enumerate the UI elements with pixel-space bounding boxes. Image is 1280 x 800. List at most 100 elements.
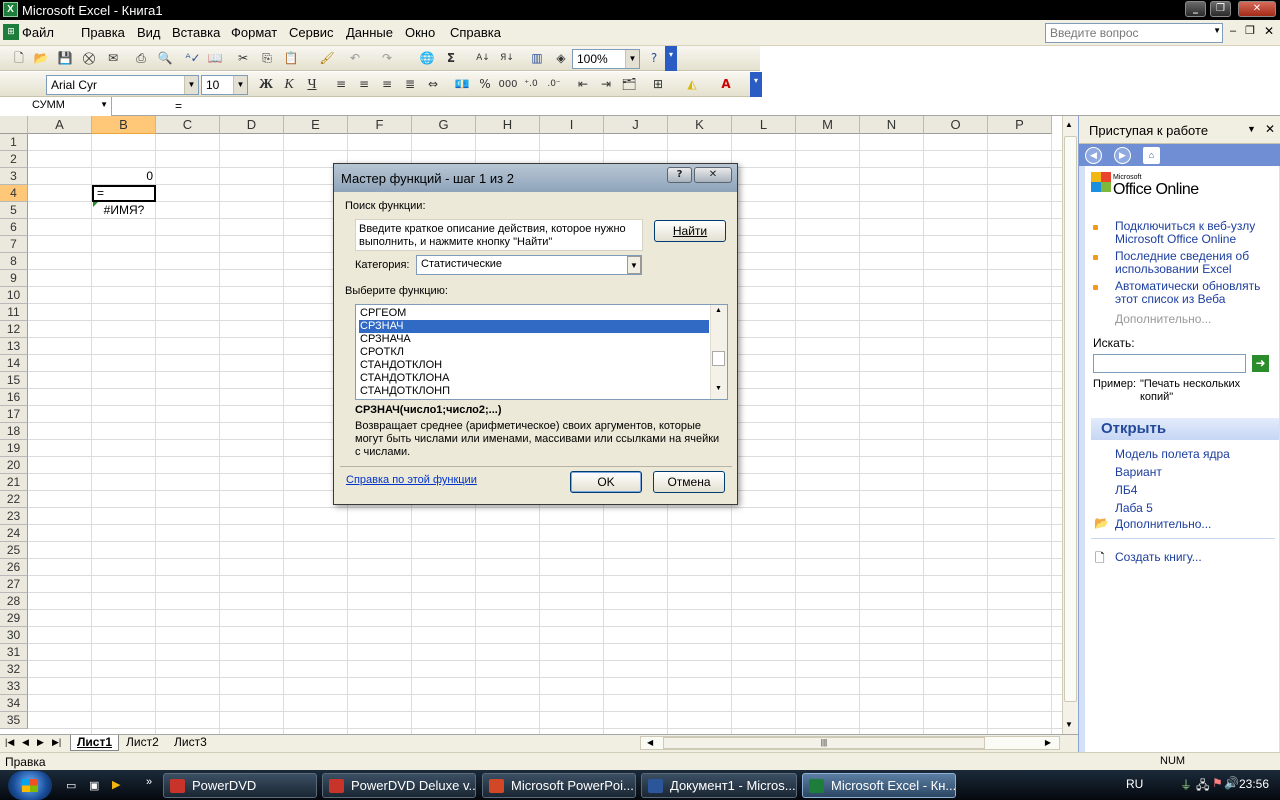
- sheet-tab-1[interactable]: Лист1: [70, 735, 120, 751]
- cell-b3[interactable]: 0: [92, 168, 156, 185]
- row-header-24[interactable]: 24: [0, 525, 28, 542]
- recent-file-4[interactable]: Лаба 5: [1115, 502, 1153, 515]
- help-icon[interactable]: ?: [645, 50, 663, 67]
- list-item[interactable]: СРЗНАЧА: [359, 333, 709, 346]
- row-header-4[interactable]: 4: [0, 185, 28, 202]
- dialog-help-button[interactable]: ?: [667, 167, 692, 183]
- underline-button[interactable]: Ч: [303, 76, 321, 93]
- link-connect-office-online[interactable]: Подключиться к веб-узлу Microsoft Office…: [1115, 220, 1265, 246]
- chevron-down-icon[interactable]: ▼: [1247, 124, 1256, 134]
- column-header-h[interactable]: H: [476, 116, 540, 134]
- spelling-icon[interactable]: ᴬ✓: [184, 50, 202, 67]
- chart-wizard-icon[interactable]: ▥: [528, 50, 546, 67]
- menu-tools[interactable]: Сервис: [289, 25, 334, 40]
- bold-button[interactable]: Ж: [257, 76, 275, 93]
- menu-window[interactable]: Окно: [405, 25, 435, 40]
- email-icon[interactable]: ✉: [104, 50, 122, 67]
- font-size-select[interactable]: 10 ▼: [201, 75, 248, 95]
- function-list[interactable]: СРГЕОМ СРЗНАЧ СРЗНАЧА СРОТКЛ СТАНДОТКЛОН…: [355, 304, 728, 400]
- row-header-34[interactable]: 34: [0, 695, 28, 712]
- excel-app-icon[interactable]: X: [3, 2, 18, 17]
- column-header-g[interactable]: G: [412, 116, 476, 134]
- row-header-3[interactable]: 3: [0, 168, 28, 185]
- row-header-10[interactable]: 10: [0, 287, 28, 304]
- chevron-down-icon[interactable]: ▼: [184, 76, 198, 94]
- print-preview-icon[interactable]: 🔍: [156, 50, 174, 67]
- switch-windows-icon[interactable]: ▣: [89, 779, 99, 792]
- sort-descending-icon[interactable]: Я↓: [498, 50, 516, 67]
- increase-indent-icon[interactable]: ⇥: [597, 76, 615, 93]
- hyperlink-icon[interactable]: 🌐: [418, 50, 436, 67]
- row-header-32[interactable]: 32: [0, 661, 28, 678]
- row-header-2[interactable]: 2: [0, 151, 28, 168]
- align-right-icon[interactable]: ≡: [378, 76, 396, 93]
- taskbar-item-powerdvd-deluxe[interactable]: PowerDVD Deluxe v...: [322, 773, 476, 798]
- cut-icon[interactable]: ✂: [234, 50, 252, 67]
- vertical-scrollbar[interactable]: ▲ ▼: [1062, 116, 1078, 734]
- row-header-27[interactable]: 27: [0, 576, 28, 593]
- menu-insert[interactable]: Вставка: [172, 25, 220, 40]
- name-box[interactable]: СУММ ▼: [0, 97, 112, 116]
- doc-close-button[interactable]: ✕: [1264, 24, 1274, 38]
- scroll-down-icon[interactable]: ▼: [1065, 720, 1073, 729]
- sheet-tab-2[interactable]: Лист2: [120, 735, 165, 751]
- close-window-button[interactable]: ✕: [1238, 1, 1276, 17]
- doc-restore-button[interactable]: ❐: [1245, 24, 1255, 37]
- language-indicator[interactable]: RU: [1126, 777, 1143, 791]
- font-color-icon[interactable]: A: [717, 76, 735, 93]
- hscroll-thumb[interactable]: |||: [663, 737, 985, 749]
- chevron-down-icon[interactable]: ▼: [233, 76, 247, 94]
- minimize-window-button[interactable]: _: [1185, 1, 1206, 17]
- zoom-select[interactable]: 100% ▼: [572, 49, 640, 69]
- help-question-input[interactable]: Введите вопрос ▼: [1045, 23, 1223, 43]
- cell-b5[interactable]: #ИМЯ?: [92, 202, 156, 219]
- row-header-35[interactable]: 35: [0, 712, 28, 729]
- row-header-26[interactable]: 26: [0, 559, 28, 576]
- percent-button[interactable]: %: [476, 76, 494, 93]
- chevron-down-icon[interactable]: ▼: [100, 100, 108, 109]
- chevron-down-icon[interactable]: ▼: [625, 50, 639, 68]
- dialog-close-button[interactable]: ✕: [694, 167, 732, 183]
- category-select[interactable]: Статистические ▼: [416, 255, 642, 275]
- media-player-icon[interactable]: ▶: [112, 778, 120, 791]
- function-help-link[interactable]: Справка по этой функции: [346, 474, 477, 486]
- sheet-tab-3[interactable]: Лист3: [168, 735, 213, 751]
- column-header-j[interactable]: J: [604, 116, 668, 134]
- menu-format[interactable]: Формат: [231, 25, 277, 40]
- first-sheet-icon[interactable]: |◀: [5, 737, 14, 748]
- prev-sheet-icon[interactable]: ◀: [22, 737, 29, 748]
- row-header-20[interactable]: 20: [0, 457, 28, 474]
- error-indicator-icon[interactable]: [93, 202, 98, 207]
- tray-alert-icon[interactable]: ⚑: [1212, 776, 1223, 790]
- taskbar-item-powerdvd[interactable]: PowerDVD: [163, 773, 317, 798]
- more-quicklaunch-icon[interactable]: »: [146, 776, 152, 788]
- row-header-25[interactable]: 25: [0, 542, 28, 559]
- recent-file-1[interactable]: Модель полета ядра: [1115, 448, 1230, 461]
- forward-icon[interactable]: ▶: [1114, 147, 1131, 164]
- scroll-up-icon[interactable]: ▲: [715, 307, 722, 314]
- row-header-18[interactable]: 18: [0, 423, 28, 440]
- fill-color-icon[interactable]: ◭: [683, 76, 701, 93]
- tray-volume-icon[interactable]: 🔊: [1224, 776, 1239, 790]
- next-sheet-icon[interactable]: ▶: [37, 737, 44, 748]
- column-header-d[interactable]: D: [220, 116, 284, 134]
- sort-ascending-icon[interactable]: A↓: [474, 50, 492, 67]
- row-header-5[interactable]: 5: [0, 202, 28, 219]
- menu-view[interactable]: Вид: [137, 25, 161, 40]
- research-icon[interactable]: 📖: [206, 50, 224, 67]
- open-icon[interactable]: 📂: [32, 50, 50, 67]
- list-item-selected[interactable]: СРЗНАЧ: [359, 320, 709, 333]
- scroll-left-icon[interactable]: ◀: [647, 738, 653, 747]
- link-open-more[interactable]: Дополнительно...: [1115, 518, 1211, 531]
- font-name-select[interactable]: Arial Cyr ▼: [46, 75, 199, 95]
- home-icon[interactable]: ⌂: [1143, 147, 1160, 164]
- formula-input[interactable]: =: [175, 99, 182, 113]
- toolbar-options-icon[interactable]: ▾: [665, 46, 677, 71]
- row-header-13[interactable]: 13: [0, 338, 28, 355]
- row-header-31[interactable]: 31: [0, 644, 28, 661]
- cancel-button[interactable]: Отмена: [653, 471, 725, 493]
- row-header-16[interactable]: 16: [0, 389, 28, 406]
- decrease-decimal-icon[interactable]: .0⁻: [545, 76, 563, 93]
- list-item[interactable]: СРОТКЛ: [359, 346, 709, 359]
- tray-usb-icon[interactable]: ⏚: [1180, 776, 1192, 793]
